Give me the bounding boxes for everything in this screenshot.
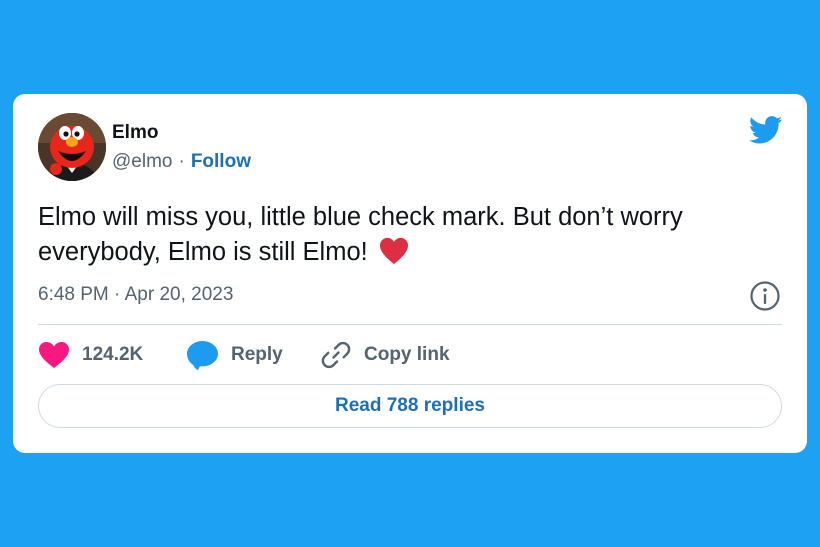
author-handle-row: @elmo · Follow [112,151,251,173]
tweet-text: Elmo will miss you, little blue check ma… [38,200,778,270]
tweet-actions: 124.2K Reply Copy link [38,338,450,372]
tweet-timestamp[interactable]: 6:48 PM · Apr 20, 2023 [38,283,233,307]
heart-icon [39,342,69,368]
follow-link[interactable]: Follow [191,151,251,172]
reply-button[interactable]: Reply [186,340,320,371]
like-button[interactable]: 124.2K [38,341,186,369]
copy-link-button[interactable]: Copy link [320,339,450,371]
author-handle[interactable]: @elmo [112,151,172,172]
likes-count: 124.2K [82,344,144,365]
handle-separator: · [178,151,185,172]
link-icon [321,341,351,369]
author-avatar[interactable] [38,113,106,181]
tweet-card: Elmo @elmo · Follow Elmo will miss you, li… [13,94,807,453]
red-heart-emoji-icon [379,237,408,265]
divider [38,324,782,325]
info-icon[interactable] [749,280,781,312]
read-replies-label: Read 788 replies [335,395,485,416]
copy-link-label: Copy link [364,344,450,365]
reply-bubble-icon [187,340,218,370]
twitter-bird-icon[interactable] [749,116,783,144]
reply-label: Reply [231,344,283,365]
elmo-avatar-image [38,113,106,181]
author-name[interactable]: Elmo [112,122,158,144]
read-replies-button[interactable]: Read 788 replies [38,384,782,428]
tweet-body: Elmo will miss you, little blue check ma… [38,203,683,266]
